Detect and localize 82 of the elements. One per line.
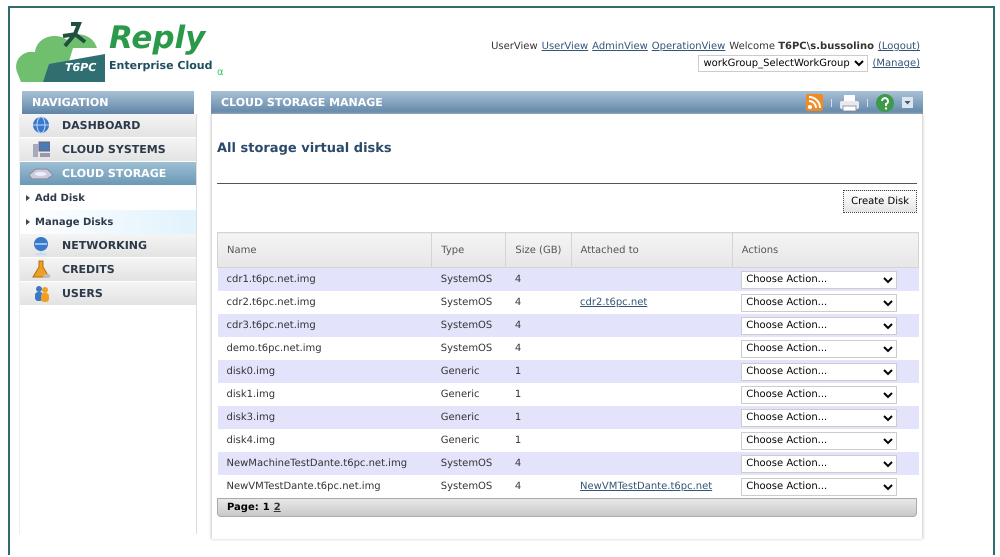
attached-link[interactable]: NewVMTestDante.t6pc.net <box>580 481 712 492</box>
table-cell: SystemOS <box>432 452 506 475</box>
table-cell: SystemOS <box>432 268 506 291</box>
table-cell: cdr2.t6pc.net.img <box>218 291 432 314</box>
table-cell: cdr3.t6pc.net.img <box>218 314 432 337</box>
table-cell: 4 <box>506 291 572 314</box>
flask-icon <box>32 260 50 279</box>
view-link[interactable]: UserView <box>542 41 588 52</box>
nav-item[interactable]: CREDITS <box>20 258 196 282</box>
table-cell: disk1.img <box>218 383 432 406</box>
table-cell: disk0.img <box>218 360 432 383</box>
table-cell: Generic <box>432 406 506 429</box>
table-cell: NewMachineTestDante.t6pc.net.img <box>218 452 432 475</box>
table-cell: 4 <box>506 475 572 498</box>
brand-name: Reply <box>109 20 206 56</box>
computers-icon <box>32 140 50 159</box>
product-name: Enterprise Cloud <box>109 59 213 72</box>
table-cell: SystemOS <box>432 475 506 498</box>
table-cell: 4 <box>506 268 572 291</box>
table-cell: 1 <box>506 360 572 383</box>
action-dropdown[interactable]: Choose Action... <box>741 408 898 426</box>
column-header: Name <box>218 232 432 268</box>
table-cell: 4 <box>506 452 572 475</box>
nav-item[interactable]: DASHBOARD <box>20 114 196 138</box>
table-cell: Generic <box>432 429 506 452</box>
action-dropdown[interactable]: Choose Action... <box>741 340 898 358</box>
action-dropdown[interactable]: Choose Action... <box>741 270 898 288</box>
column-header: Attached to <box>571 232 732 268</box>
version-mark: α <box>217 67 224 78</box>
nav-item[interactable]: USERS <box>20 282 196 306</box>
attached-link[interactable]: cdr2.t6pc.net <box>580 297 648 308</box>
table-cell: NewVMTestDante.t6pc.net.img <box>218 475 432 498</box>
create-disk-button[interactable]: Create Disk <box>843 190 917 213</box>
print-icon[interactable] <box>840 94 859 110</box>
workgroup-dropdown[interactable]: workGroup_SelectWorkGroup <box>698 55 868 72</box>
table-cell: disk3.img <box>218 406 432 429</box>
section-heading: All storage virtual disks <box>217 140 393 158</box>
page-label: Page: <box>227 502 259 513</box>
table-cell: 4 <box>506 337 572 360</box>
users-icon <box>32 284 50 303</box>
table-cell: SystemOS <box>432 291 506 314</box>
navigation-header: NAVIGATION <box>22 91 194 114</box>
action-dropdown[interactable]: Choose Action... <box>741 454 898 472</box>
table-cell: 1 <box>506 429 572 452</box>
table-cell: Generic <box>432 360 506 383</box>
column-header: Size (GB) <box>506 232 572 268</box>
action-dropdown[interactable]: Choose Action... <box>741 362 898 380</box>
table-cell: Generic <box>432 383 506 406</box>
table-cell: 1 <box>506 383 572 406</box>
column-header: Type <box>432 232 506 268</box>
table-cell: SystemOS <box>432 337 506 360</box>
logo-tag-text: T6PC <box>65 61 96 74</box>
manage-link[interactable]: (Manage) <box>872 58 920 69</box>
table-cell: 1 <box>506 406 572 429</box>
table-cell: cdr1.t6pc.net.img <box>218 268 432 291</box>
view-link[interactable]: AdminView <box>592 41 648 52</box>
logout-link[interactable]: (Logout) <box>878 41 920 52</box>
nav-item[interactable]: CLOUD SYSTEMS <box>20 138 196 162</box>
caret-icon <box>26 195 30 201</box>
help-icon[interactable] <box>876 94 894 112</box>
page-link[interactable]: 2 <box>274 502 281 513</box>
action-dropdown[interactable]: Choose Action... <box>741 432 898 450</box>
nav-item[interactable]: NETWORKING <box>20 234 196 258</box>
column-header: Actions <box>732 232 918 268</box>
table-cell: demo.t6pc.net.img <box>218 337 432 360</box>
rss-icon[interactable] <box>806 94 823 111</box>
caret-icon <box>26 219 30 225</box>
network-icon <box>32 236 50 255</box>
welcome-text: Welcome T6PC\s.bussolino <box>729 41 874 52</box>
globe-icon <box>32 116 50 135</box>
page-link[interactable]: 1 <box>262 502 270 513</box>
table-cell: 4 <box>506 314 572 337</box>
action-dropdown[interactable]: Choose Action... <box>741 386 898 404</box>
view-link[interactable]: OperationView <box>652 41 726 52</box>
action-dropdown[interactable]: Choose Action... <box>741 478 898 496</box>
table-cell: SystemOS <box>432 314 506 337</box>
dropdown-icon[interactable] <box>902 97 913 108</box>
view-label: UserView <box>491 41 538 52</box>
table-cell: disk4.img <box>218 429 432 452</box>
action-dropdown[interactable]: Choose Action... <box>741 294 898 312</box>
action-dropdown[interactable]: Choose Action... <box>741 316 898 334</box>
panel-title: CLOUD STORAGE MANAGE <box>221 96 383 109</box>
